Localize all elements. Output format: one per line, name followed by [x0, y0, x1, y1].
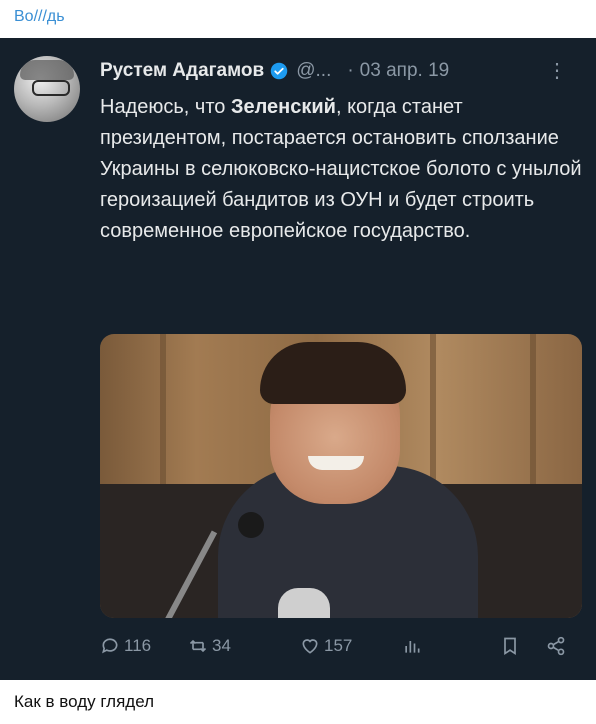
tweet-actions: 116 34 157: [100, 636, 582, 662]
date-separator: ·: [347, 60, 354, 81]
tweet-text-start: Надеюсь, что: [100, 96, 231, 118]
verified-icon: [270, 62, 288, 80]
tweet-date[interactable]: 03 апр. 19: [360, 60, 450, 82]
photo-person-hair: [260, 342, 406, 404]
more-options-icon[interactable]: ⋮: [547, 58, 567, 83]
like-icon: [302, 639, 318, 654]
avatar[interactable]: [14, 56, 80, 122]
reply-button[interactable]: 116: [100, 636, 151, 656]
share-button[interactable]: [546, 636, 566, 656]
photo-person-smile: [308, 456, 364, 470]
retweet-icon: [189, 639, 207, 653]
retweet-button[interactable]: 34: [188, 636, 231, 656]
reply-count: 116: [124, 636, 152, 655]
channel-name[interactable]: Во///дь: [14, 8, 65, 26]
tweet-card[interactable]: Рустем Адагамов @... · 03 апр. 19 ⋮ Наде…: [0, 38, 596, 680]
tweet-header: Рустем Адагамов @... · 03 апр. 19 ⋮: [100, 58, 580, 84]
photo-microphone-foam: [278, 588, 330, 618]
like-button[interactable]: 157: [300, 636, 352, 656]
tweet-text: Надеюсь, что Зеленский, когда станет пре…: [100, 92, 582, 247]
stats-icon: [405, 641, 420, 653]
retweet-count: 34: [212, 636, 231, 655]
tweet-photo[interactable]: [100, 334, 582, 618]
tweet-text-bold: Зеленский: [230, 96, 336, 118]
author-name[interactable]: Рустем Адагамов: [100, 60, 264, 82]
post-caption: Как в воду глядел: [14, 692, 155, 711]
photo-wall-line: [160, 334, 166, 494]
avatar-glasses: [32, 80, 70, 96]
avatar-hair: [20, 60, 74, 80]
reply-icon: [102, 638, 118, 654]
bookmark-button[interactable]: [500, 636, 520, 656]
share-icon: [547, 636, 565, 656]
photo-wall-line: [530, 334, 536, 494]
like-count: 157: [324, 636, 353, 655]
bookmark-icon: [504, 637, 516, 656]
photo-microphone: [238, 512, 264, 538]
author-handle[interactable]: @...: [296, 60, 331, 82]
photo-wall-line: [430, 334, 436, 494]
stats-button[interactable]: [402, 636, 422, 656]
